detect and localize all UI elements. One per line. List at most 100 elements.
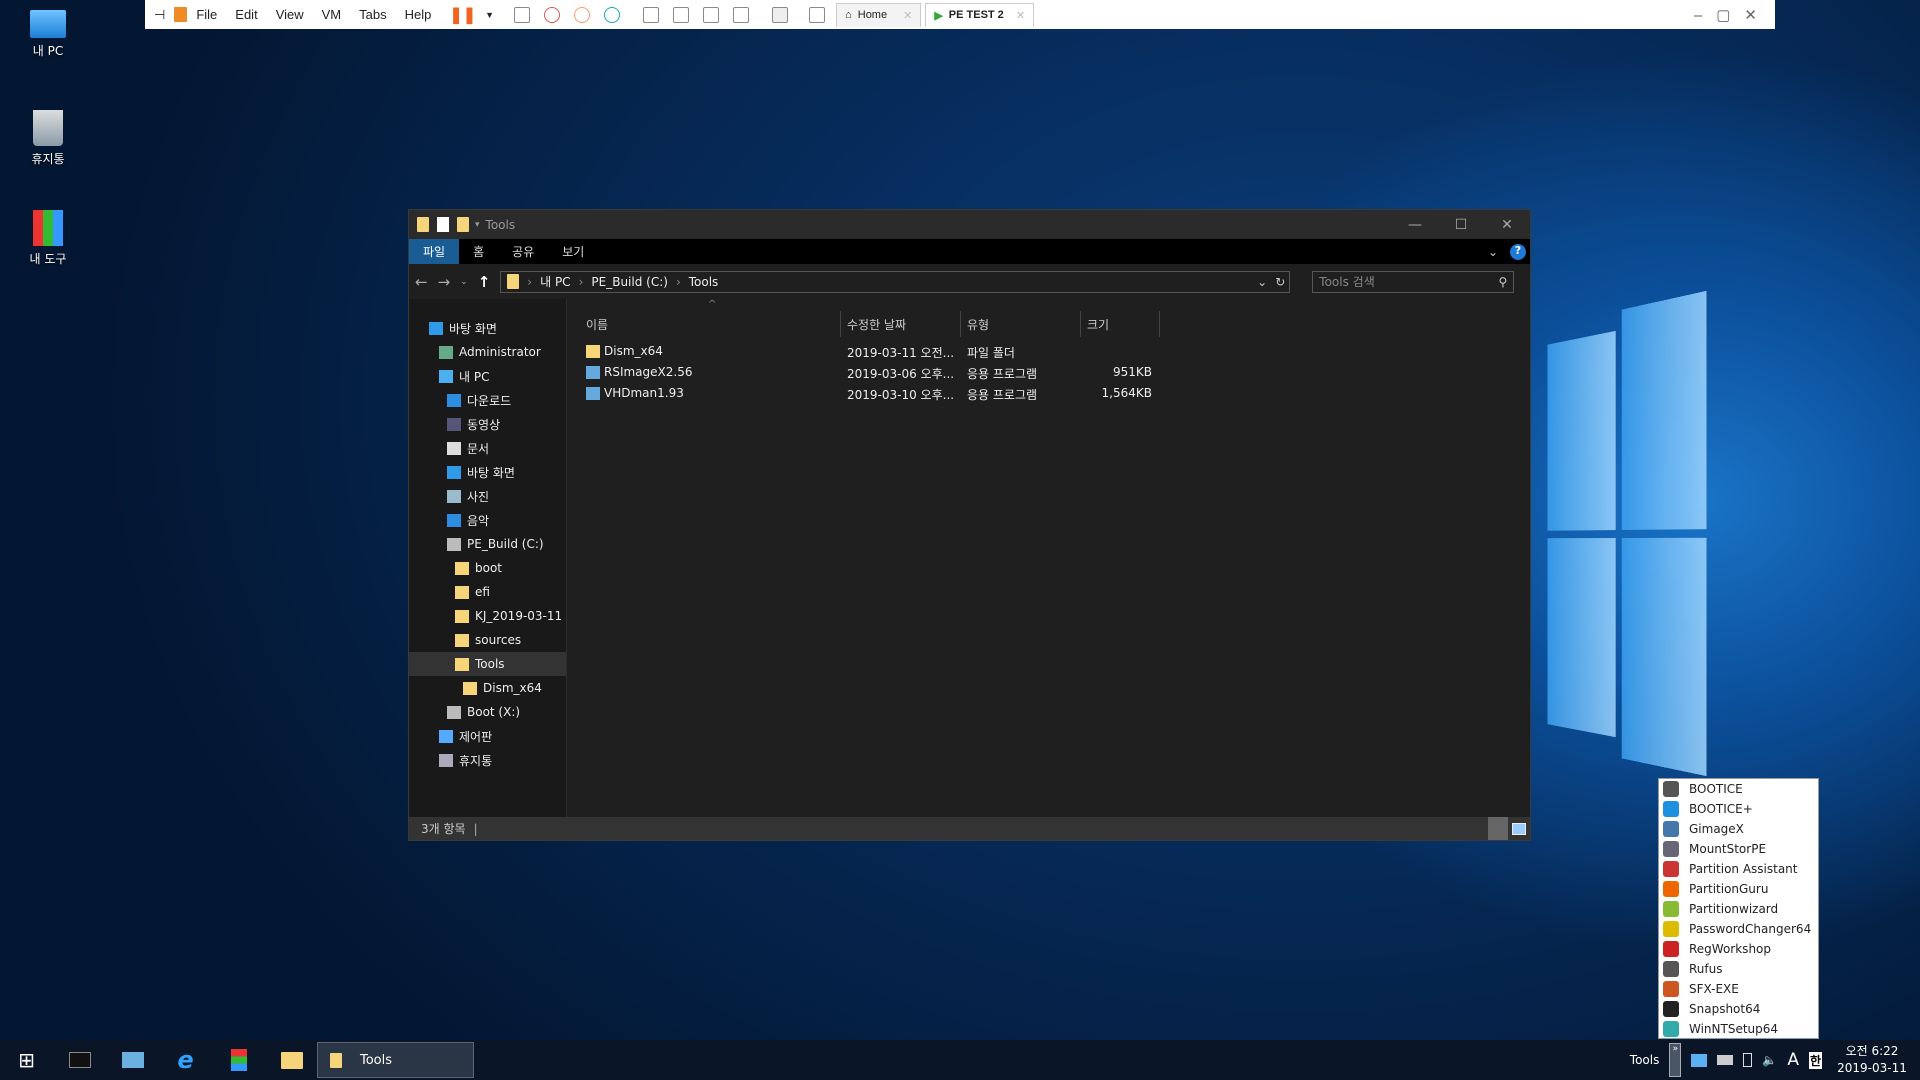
nav-item[interactable]: Administrator [439, 340, 541, 364]
taskbar-ie[interactable]: e [159, 1040, 212, 1080]
tab-file[interactable]: 파일 [409, 239, 459, 264]
close-icon[interactable]: ✕ [1016, 9, 1025, 22]
dropdown-icon[interactable]: ▼ [485, 10, 494, 20]
column-header-type[interactable]: 유형 [967, 311, 989, 337]
column-header-name[interactable]: 이름 [586, 311, 608, 337]
menu-edit[interactable]: Edit [235, 7, 257, 22]
nav-item[interactable]: sources [455, 628, 521, 652]
nav-item[interactable]: Boot (X:) [447, 700, 520, 724]
expand-ribbon-icon[interactable]: ⌄ [1488, 245, 1498, 259]
tab-pe-test-2[interactable]: ▶ PE TEST 2 ✕ [925, 3, 1034, 27]
revert-snapshot-icon[interactable] [574, 7, 590, 23]
start-button[interactable]: ⊞ [0, 1040, 53, 1080]
file-row[interactable]: VHDman1.93 2019-03-10 오후... 응용 프로그램 1,564KB [582, 383, 1252, 404]
tab-home[interactable]: ⌂ Home ✕ [836, 3, 921, 27]
properties-icon[interactable] [437, 217, 449, 232]
nav-item[interactable]: Dism_x64 [463, 676, 542, 700]
pin-icon[interactable]: ⊣ [154, 7, 165, 23]
desktop-icon-recycle-bin[interactable]: 휴지통 [8, 110, 88, 167]
nav-item[interactable]: 내 PC [439, 364, 489, 388]
tools-menu-item[interactable]: Snapshot64 [1659, 999, 1818, 1019]
close-icon[interactable]: ✕ [903, 9, 912, 22]
tools-menu-item[interactable]: BOOTICE [1659, 779, 1818, 799]
nav-item[interactable]: efi [455, 580, 490, 604]
column-header-size[interactable]: 크기 [1087, 311, 1109, 337]
stretch-icon[interactable] [809, 7, 825, 23]
taskbar-tools[interactable] [212, 1040, 265, 1080]
menu-view[interactable]: View [276, 7, 304, 22]
forward-icon[interactable]: → [438, 273, 451, 291]
snapshot-manager-icon[interactable] [604, 7, 620, 23]
tab-view[interactable]: 보기 [548, 239, 598, 264]
unity-icon[interactable] [733, 7, 749, 23]
tools-menu-item[interactable]: WinNTSetup64 [1659, 1019, 1818, 1039]
tab-home[interactable]: 홈 [459, 239, 498, 264]
refresh-icon[interactable]: ↻ [1275, 275, 1285, 289]
nav-item[interactable]: 바탕 화면 [429, 316, 497, 340]
ime-language[interactable]: 한 [1809, 1052, 1822, 1069]
taskbar-cmd[interactable] [53, 1040, 106, 1080]
back-icon[interactable]: ← [415, 273, 428, 291]
nav-item[interactable]: 바탕 화면 [447, 460, 515, 484]
menu-file[interactable]: File [196, 7, 217, 22]
navigation-pane[interactable]: 바탕 화면 Administrator 내 PC 다운로드 동영상 문서 바탕 화면 사진 음악… [409, 299, 567, 819]
large-icons-view-icon[interactable] [1512, 823, 1526, 835]
nav-item[interactable]: 제어판 [439, 724, 492, 748]
close-button[interactable]: ✕ [1484, 210, 1530, 239]
keyboard-icon[interactable] [1717, 1055, 1733, 1065]
details-view-icon[interactable] [1488, 817, 1508, 840]
pause-icon[interactable]: ❚❚ [449, 5, 476, 25]
tools-menu-item[interactable]: GimageX [1659, 819, 1818, 839]
file-row[interactable]: RSImageX2.56 2019-03-06 오후... 응용 프로그램 951KB [582, 362, 1252, 383]
nav-item[interactable]: 사진 [447, 484, 489, 508]
address-dropdown-icon[interactable]: ⌄ [1257, 275, 1267, 289]
tools-toolbar-label[interactable]: Tools [1630, 1053, 1660, 1067]
fullscreen-icon[interactable] [703, 7, 719, 23]
thumbnail-icon[interactable] [673, 7, 689, 23]
nav-item[interactable]: 휴지통 [439, 748, 492, 772]
nav-item[interactable]: 동영상 [447, 412, 500, 436]
help-icon[interactable]: ? [1510, 244, 1526, 260]
breadcrumb-my-pc[interactable]: 내 PC [540, 273, 570, 290]
library-icon[interactable] [643, 7, 659, 23]
nav-item[interactable]: 문서 [447, 436, 489, 460]
taskbar-file-explorer[interactable] [265, 1040, 318, 1080]
menu-vm[interactable]: VM [322, 7, 342, 22]
up-icon[interactable]: ↑ [478, 273, 491, 291]
tools-menu-item[interactable]: Partitionwizard [1659, 899, 1818, 919]
toolbar-expand-button[interactable]: » [1669, 1043, 1681, 1077]
console-icon[interactable] [772, 7, 788, 23]
ime-mode[interactable]: A [1787, 1050, 1799, 1070]
new-folder-icon[interactable] [457, 217, 469, 232]
breadcrumb-tools[interactable]: Tools [689, 275, 719, 289]
nav-item[interactable]: KJ_2019-03-11 [455, 604, 562, 628]
taskbar-monitor[interactable] [106, 1040, 159, 1080]
breadcrumb-drive[interactable]: PE_Build (C:) [591, 275, 668, 289]
address-bar[interactable]: › 내 PC › PE_Build (C:) › Tools ⌄ ↻ [500, 271, 1290, 293]
tools-menu-item[interactable]: MountStorPE [1659, 839, 1818, 859]
desktop-icon-my-tools[interactable]: 내 도구 [8, 210, 88, 267]
search-input[interactable]: Tools 검색 ⚲ [1312, 271, 1514, 293]
snapshot-icon[interactable] [544, 7, 560, 23]
tools-menu-item[interactable]: Partition Assistant [1659, 859, 1818, 879]
tab-share[interactable]: 공유 [498, 239, 548, 264]
taskbar-window-tools[interactable]: Tools [317, 1042, 474, 1078]
nav-item[interactable]: 음악 [447, 508, 489, 532]
column-header-date[interactable]: 수정한 날짜 [847, 311, 906, 337]
desktop-icon-my-pc[interactable]: 내 PC [8, 10, 88, 59]
quick-access-dropdown-icon[interactable]: ▾ [475, 220, 480, 230]
nav-item[interactable]: Tools [409, 652, 566, 676]
recent-dropdown-icon[interactable]: ⌄ [460, 277, 468, 287]
nav-item[interactable]: boot [455, 556, 502, 580]
send-keys-icon[interactable] [514, 7, 530, 23]
tools-menu-item[interactable]: Rufus [1659, 959, 1818, 979]
tools-menu-item[interactable]: BOOTICE+ [1659, 799, 1818, 819]
tools-menu-item[interactable]: PartitionGuru [1659, 879, 1818, 899]
tools-menu-item[interactable]: SFX-EXE [1659, 979, 1818, 999]
close-icon[interactable]: ✕ [1744, 7, 1771, 24]
usb-icon[interactable] [1743, 1053, 1752, 1067]
tools-menu-item[interactable]: PasswordChanger64 [1659, 919, 1818, 939]
nav-item[interactable]: 다운로드 [447, 388, 511, 412]
clock[interactable]: 오전 6:22 2019-03-11 [1832, 1043, 1912, 1077]
file-row[interactable]: Dism_x64 2019-03-11 오전... 파일 폴더 [582, 341, 1252, 362]
